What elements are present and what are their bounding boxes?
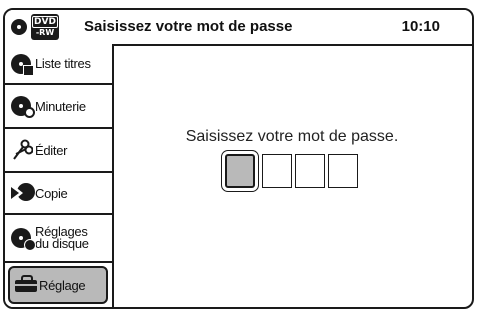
- sidebar-item-label-wrap: Réglages du disque: [33, 225, 89, 251]
- disc-icon: [11, 19, 27, 35]
- main-panel: Saisissez votre mot de passe.: [112, 44, 472, 307]
- title-bar: DVD -RW Saisissez votre mot de passe 10:…: [5, 10, 472, 46]
- sidebar-item-copy[interactable]: Copie: [5, 173, 112, 215]
- sidebar-item-label: Liste titres: [35, 56, 91, 71]
- sidebar-item-label: Réglage: [39, 277, 86, 293]
- sidebar-item-label-line2: du disque: [35, 236, 89, 251]
- toolbox-icon: [15, 274, 37, 296]
- sidebar-item-disc-settings[interactable]: Réglages du disque: [5, 215, 112, 263]
- header-icons: DVD -RW: [11, 14, 59, 40]
- clock-time: 10:10: [401, 18, 440, 35]
- dvd-menu-screen: DVD -RW Saisissez votre mot de passe 10:…: [3, 8, 474, 309]
- dvd-rw-icon: DVD -RW: [31, 14, 59, 40]
- password-digit-3[interactable]: [295, 154, 325, 188]
- sidebar-item-setup[interactable]: Réglage: [8, 266, 108, 304]
- disc-settings-icon: [11, 227, 36, 251]
- dvd-badge-bottom: -RW: [35, 28, 55, 37]
- sidebar-item-timer[interactable]: Minuterie: [5, 85, 112, 129]
- password-input-group: [222, 151, 358, 191]
- password-digit-4[interactable]: [328, 154, 358, 188]
- sidebar-item-label: Minuterie: [35, 98, 86, 114]
- sidebar-item-label: Copie: [35, 185, 68, 201]
- password-prompt: Saisissez votre mot de passe.: [185, 128, 399, 145]
- sidebar-item-edit[interactable]: Éditer: [5, 129, 112, 173]
- copy-disc-icon: [11, 182, 35, 204]
- sidebar-item-title-list[interactable]: Liste titres: [5, 44, 112, 85]
- title-list-disc-icon: [11, 53, 34, 76]
- scissors-icon: [11, 139, 34, 161]
- timer-clock-icon: [11, 95, 35, 118]
- sidebar-item-label: Éditer: [35, 142, 68, 158]
- dvd-badge-top: DVD: [32, 16, 58, 28]
- password-digit-1[interactable]: [222, 151, 258, 191]
- page-title: Saisissez votre mot de passe: [84, 18, 293, 35]
- sidebar-menu: Liste titres Minuterie Éditer Copie Régl…: [5, 44, 114, 307]
- password-digit-2[interactable]: [262, 154, 292, 188]
